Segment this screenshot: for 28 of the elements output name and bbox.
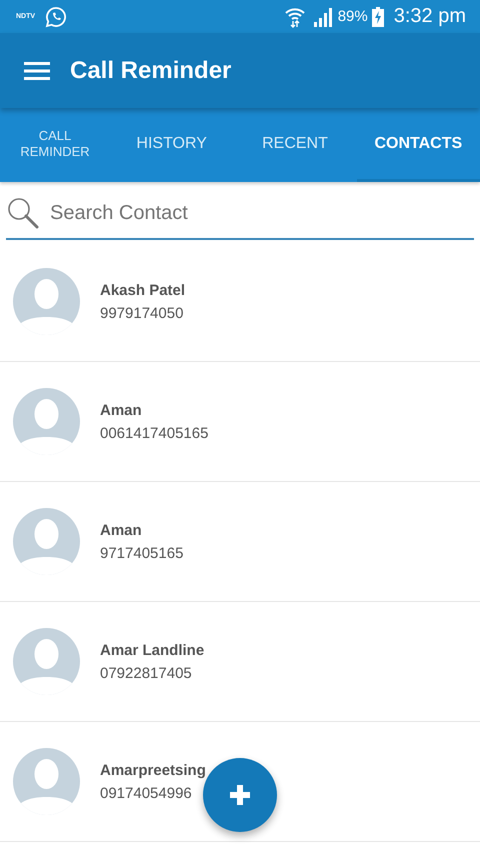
contact-name: Akash Patel xyxy=(100,282,186,298)
contact-phone: 0061417405165 xyxy=(100,424,208,442)
chat-bubble-icon xyxy=(45,6,68,28)
contact-name: Aman xyxy=(100,522,143,538)
wifi-icon xyxy=(284,6,306,28)
clock-time: 3:32 pm xyxy=(394,5,466,28)
contact-phone: 09174054996 xyxy=(100,784,193,802)
tab[interactable]: CONTACTS xyxy=(356,108,480,182)
contact-item[interactable]: Amar Landline 07922817405 xyxy=(0,602,480,722)
contact-name: Aman xyxy=(100,402,143,418)
search-icon xyxy=(6,196,40,230)
contact-item[interactable]: Aman 0061417405165 xyxy=(0,362,480,482)
app-title: Call Reminder xyxy=(70,56,232,84)
contact-phone: 07922817405 xyxy=(100,664,193,682)
battery-percentage: 89% xyxy=(338,8,368,25)
contact-item[interactable]: Akash Patel 9979174050 xyxy=(0,242,480,362)
menu-icon xyxy=(24,60,50,80)
add-button[interactable] xyxy=(203,758,277,832)
contact-item[interactable]: Aman 9717405165 xyxy=(0,482,480,602)
contact-phone: 9979174050 xyxy=(100,304,184,322)
menu-button[interactable] xyxy=(24,60,50,80)
signal-icon xyxy=(312,6,334,26)
contact-phone: 9717405165 xyxy=(100,544,184,562)
search-field[interactable]: Search Contact xyxy=(48,200,474,226)
plus-icon xyxy=(230,785,250,805)
contact-name: Amar Landline xyxy=(100,642,204,658)
battery-charging-icon xyxy=(372,6,384,26)
contact-name: Amarpreetsing xyxy=(100,762,206,778)
